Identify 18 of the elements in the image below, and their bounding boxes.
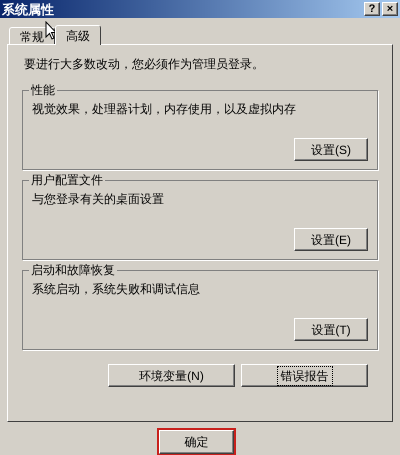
close-button[interactable]: ×	[382, 2, 398, 16]
group-description: 视觉效果，处理器计划，内存使用，以及虚拟内存	[32, 101, 297, 118]
group-title: 性能	[29, 83, 57, 97]
admin-notice: 要进行大多数改动，您必须作为管理员登录。	[24, 56, 265, 73]
settings-button[interactable]: 设置(S)	[294, 138, 368, 161]
settings-button[interactable]: 设置(T)	[294, 318, 368, 341]
panel-button[interactable]: 环境变量(N)	[108, 364, 235, 387]
group-description: 与您登录有关的桌面设置	[32, 191, 165, 208]
group-description: 系统启动，系统失败和调试信息	[32, 281, 201, 298]
help-button[interactable]: ?	[364, 2, 380, 16]
panel-button[interactable]: 错误报告	[241, 364, 368, 387]
ok-button[interactable]: 确定	[159, 430, 234, 454]
window-title: 系统属性	[2, 2, 54, 16]
group-title: 用户配置文件	[29, 173, 105, 187]
tab[interactable]: 高级	[55, 25, 101, 45]
cursor-icon	[45, 21, 57, 40]
settings-button[interactable]: 设置(E)	[294, 228, 368, 251]
group-title: 启动和故障恢复	[29, 263, 117, 277]
